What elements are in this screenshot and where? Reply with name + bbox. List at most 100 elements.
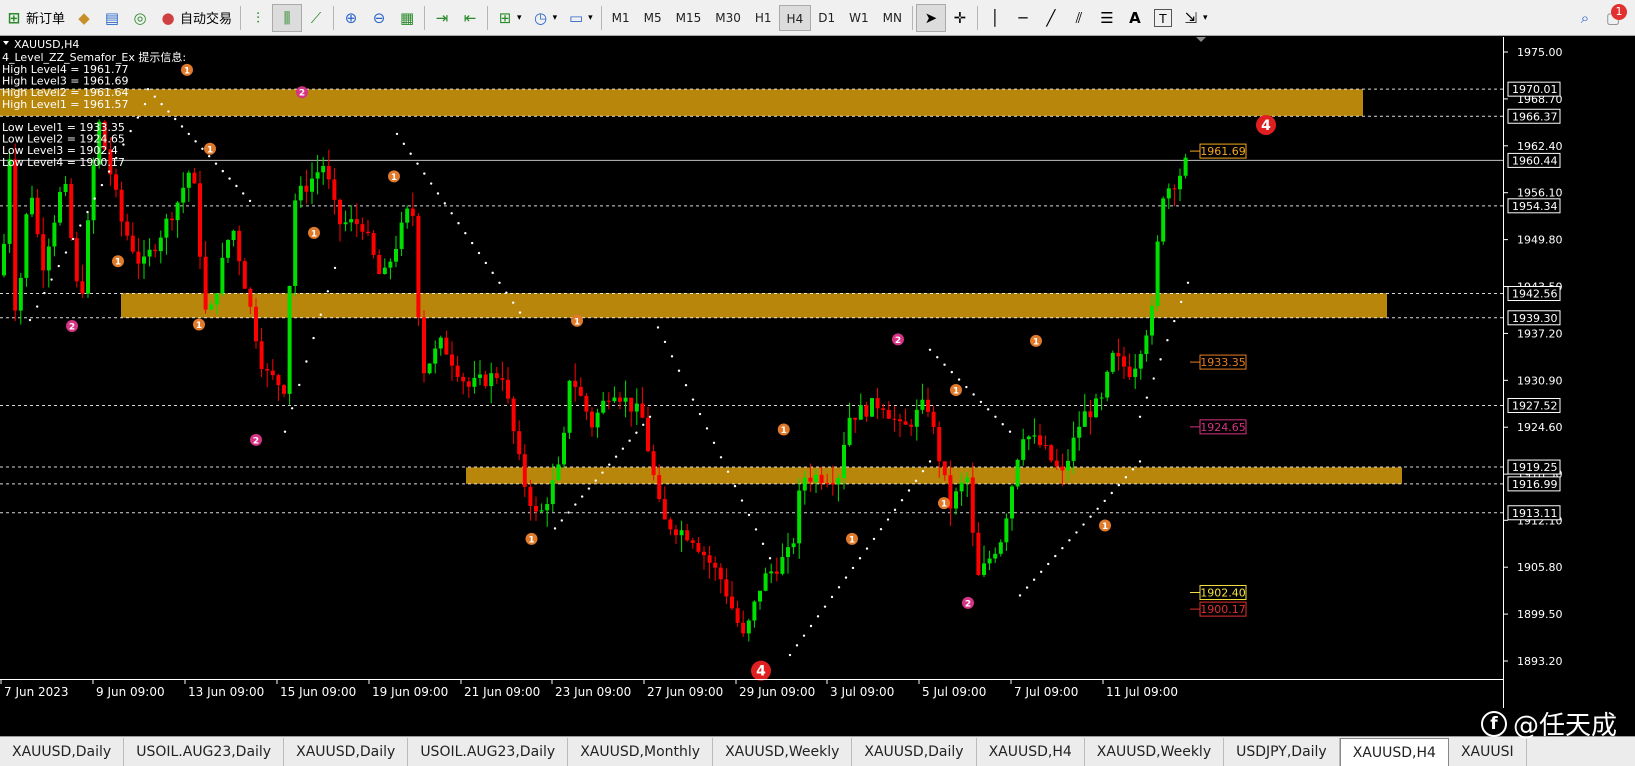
- sar-dot: [1159, 358, 1162, 361]
- zoom-out-button[interactable]: ⊖: [365, 4, 393, 32]
- timeframe-d1[interactable]: D1: [811, 5, 842, 31]
- bar-chart-button[interactable]: ⫶: [244, 4, 272, 32]
- candle-chart-button[interactable]: ⫼: [272, 3, 303, 32]
- chart-tab[interactable]: XAUUSI: [1449, 738, 1527, 766]
- time-tick-label: 9 Jun 09:00: [96, 685, 165, 699]
- zoom-in-icon: ⊕: [344, 8, 358, 27]
- periods-button[interactable]: ◷ ▾: [527, 4, 563, 32]
- semafor-label: 2: [299, 89, 305, 99]
- sar-dot: [423, 172, 426, 175]
- templates-button[interactable]: ▭ ▾: [562, 4, 598, 32]
- chart-tab[interactable]: XAUUSD,Weekly: [713, 738, 853, 766]
- timeframe-h1[interactable]: H1: [748, 5, 779, 31]
- candle-body: [1010, 486, 1014, 519]
- gold-bar-button[interactable]: ◆: [70, 4, 98, 32]
- timeframe-m5[interactable]: M5: [637, 5, 669, 31]
- trendline-button[interactable]: ╱: [1037, 4, 1065, 32]
- zoom-in-button[interactable]: ⊕: [337, 4, 365, 32]
- tile-windows-button[interactable]: ▦: [393, 4, 421, 32]
- semafor-label: 1: [311, 229, 317, 239]
- text-label-button[interactable]: T: [1149, 4, 1177, 32]
- chart-tab[interactable]: XAUUSD,Monthly: [568, 738, 714, 766]
- price-tick-label: 1956.10: [1517, 187, 1563, 200]
- candle-body: [371, 233, 376, 255]
- candle-body: [1144, 335, 1149, 355]
- horizontal-line-button[interactable]: ─: [1009, 4, 1037, 32]
- candle-body: [1026, 436, 1031, 440]
- sar-dot: [43, 291, 46, 295]
- chart-tab[interactable]: USOIL.AUG23,Daily: [408, 738, 569, 766]
- sar-dot: [395, 132, 399, 136]
- arrows-button[interactable]: ⇲ ▾: [1177, 4, 1213, 32]
- semafor-label: 1: [196, 321, 202, 331]
- candle-body: [976, 532, 981, 576]
- chart-tab[interactable]: USOIL.AUG23,Daily: [124, 738, 285, 766]
- chart-tab[interactable]: USDJPY,Daily: [1224, 738, 1340, 766]
- timeframe-mn[interactable]: MN: [876, 5, 909, 31]
- line-chart-button[interactable]: ⟋: [302, 4, 330, 32]
- chart-tab[interactable]: XAUUSD,H4: [977, 738, 1085, 766]
- candle-body: [231, 230, 236, 241]
- candle-body: [276, 375, 281, 386]
- candle-body: [634, 403, 639, 412]
- trading-terminal: ⊞ 新订单 ◆ ▤ ◎ ● 自动交易 ⫶ ⫼ ⟋ ⊕ ⊖ ▦ ⇥ ⇤ ⊞ ▾ ◷ ▾…: [0, 0, 1635, 766]
- sar-dot: [1047, 562, 1050, 566]
- candle-body: [556, 464, 561, 481]
- chart-bottom-area: [0, 710, 1635, 736]
- sar-dot: [491, 271, 494, 275]
- cursor-button[interactable]: ➤: [915, 3, 946, 32]
- chart-tab[interactable]: XAUUSD,Daily: [852, 738, 977, 766]
- chart-tab[interactable]: XAUUSD,H4: [1339, 738, 1449, 766]
- semafor-label: 1: [184, 66, 190, 76]
- sar-dot: [943, 363, 946, 366]
- templates-icon: ▭: [569, 8, 584, 27]
- candle-body: [1122, 356, 1126, 367]
- candle-body: [472, 377, 477, 387]
- price-chart[interactable]: 2 1 1 1 1 2 2 1 1 1 1 4 1 1 2 1 1 2 1 1 4 1961.69 1933.35 1924…: [0, 37, 1635, 708]
- timeframe-m1[interactable]: M1: [605, 5, 637, 31]
- line-chart-icon: ⟋: [310, 8, 322, 27]
- timeframe-group: M1 M5 M15 M30 H1 H4 D1 W1 MN: [605, 4, 909, 31]
- vertical-line-button[interactable]: │: [981, 4, 1009, 32]
- supply-demand-zone[interactable]: [0, 89, 1363, 117]
- candle-body: [864, 405, 869, 417]
- clock-icon: ◷: [534, 8, 548, 27]
- timeframe-m30[interactable]: M30: [708, 5, 748, 31]
- chart-tab[interactable]: XAUUSD,Daily: [284, 738, 409, 766]
- supply-demand-zone[interactable]: [466, 467, 1402, 484]
- channel-button[interactable]: ⫽: [1065, 4, 1093, 32]
- notifications-button[interactable]: ▢ 1: [1599, 3, 1627, 32]
- chart-shift-button[interactable]: ⇥: [428, 4, 456, 32]
- supply-demand-zone[interactable]: [121, 293, 1387, 318]
- candle-body: [41, 234, 46, 271]
- timeframe-h4[interactable]: H4: [778, 4, 812, 31]
- candle-body: [741, 622, 746, 634]
- chart-tab[interactable]: XAUUSD,Weekly: [1085, 738, 1225, 766]
- timeframe-m15[interactable]: M15: [669, 5, 709, 31]
- candle-body: [926, 399, 930, 412]
- market-watch-button[interactable]: ▤: [98, 4, 126, 32]
- fibonacci-button[interactable]: ☰: [1093, 4, 1121, 32]
- signals-button[interactable]: ◎: [126, 4, 154, 32]
- auto-scroll-button[interactable]: ⇤: [456, 4, 484, 32]
- chart-tab[interactable]: XAUUSD,Daily: [0, 738, 125, 766]
- sar-dot: [928, 348, 932, 351]
- toolbar-separator: [976, 5, 978, 30]
- candle-body: [534, 505, 538, 512]
- search-button[interactable]: ⌕: [1571, 4, 1599, 32]
- text-button[interactable]: A: [1121, 4, 1149, 32]
- candle-body: [623, 397, 628, 402]
- level-tag-label: 1933.35: [1200, 356, 1246, 369]
- timeframe-w1[interactable]: W1: [842, 5, 876, 31]
- sar-dot: [443, 202, 447, 205]
- crosshair-button[interactable]: ✛: [946, 4, 974, 32]
- candle-body: [1060, 466, 1065, 471]
- new-order-button[interactable]: ⊞ 新订单: [0, 4, 70, 32]
- candle-body: [942, 461, 947, 476]
- cursor-icon: ➤: [924, 8, 938, 27]
- price-tick-label: 1962.40: [1517, 140, 1563, 153]
- auto-trade-button[interactable]: ● 自动交易: [154, 4, 237, 32]
- zoom-out-icon: ⊖: [372, 8, 386, 27]
- indicators-button[interactable]: ⊞ ▾: [491, 4, 527, 32]
- candle-body: [618, 397, 622, 402]
